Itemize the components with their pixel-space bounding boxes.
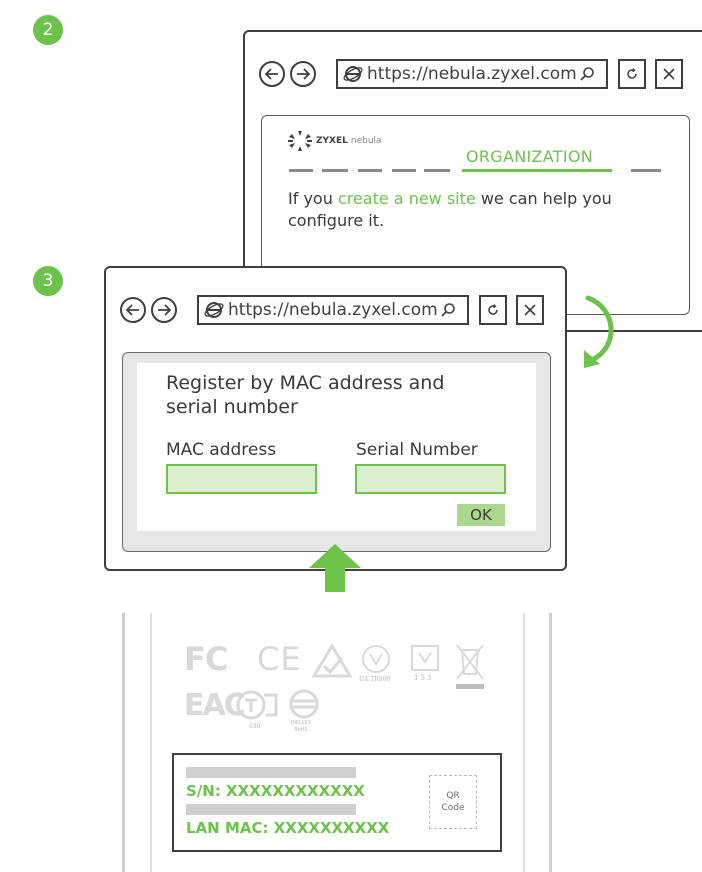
- arrow-left-icon: [265, 68, 278, 80]
- device-label-box: S/N: XXXXXXXXXXXX LAN MAC: XXXXXXXXXX QR…: [172, 753, 502, 852]
- step-2-number: 2: [42, 20, 54, 40]
- url-text: https://nebula.zyxel.com: [367, 64, 577, 84]
- progress-step-1: [289, 169, 313, 172]
- progress-step-3: [358, 169, 382, 172]
- progress-step-7: [631, 169, 661, 172]
- serial-number-text: S/N: XXXXXXXXXXXX: [186, 782, 365, 800]
- register-form: Register by MAC address and serial numbe…: [137, 363, 536, 531]
- ua-mark-code: UA.TR008: [359, 676, 391, 683]
- arrow-right-icon: [297, 68, 310, 80]
- bsmi-mark-icon: [289, 689, 319, 719]
- browser-window-register: https://nebula.zyxel.com Register by MAC…: [104, 266, 567, 571]
- step-3-badge: 3: [33, 266, 63, 296]
- brand-name: ZYXEL: [316, 136, 348, 146]
- arrow-right-icon: [158, 304, 171, 316]
- url-text-front: https://nebula.zyxel.com: [228, 300, 438, 320]
- back-button-front[interactable]: [120, 297, 146, 323]
- close-button[interactable]: [655, 59, 683, 89]
- label-gray-bar-1: [186, 767, 356, 778]
- rohs-label: RoHS: [294, 727, 308, 733]
- device-edge-left-outer: [122, 613, 125, 872]
- refresh-icon: [488, 304, 498, 315]
- bsmi-codes: D41163 RoHS: [291, 720, 311, 734]
- device-edge-left-inner: [150, 613, 152, 872]
- ok-button[interactable]: OK: [457, 504, 505, 526]
- close-icon: [663, 68, 675, 80]
- back-button[interactable]: [259, 61, 285, 87]
- register-title: Register by MAC address and serial numbe…: [166, 372, 445, 418]
- qr-line-1: QR: [446, 791, 460, 801]
- tr-030-mark-icon: [236, 690, 278, 720]
- step-2-badge: 2: [33, 15, 63, 45]
- close-button-front[interactable]: [516, 295, 544, 325]
- qr-line-2: Code: [441, 803, 465, 813]
- ua-153-mark-icon: [411, 645, 439, 671]
- browser-e-icon: [343, 66, 363, 82]
- serial-number-input[interactable]: [355, 464, 506, 494]
- forward-button-front[interactable]: [151, 297, 177, 323]
- refresh-button-front[interactable]: [479, 295, 507, 325]
- progress-step-active: [462, 169, 612, 172]
- arrow-left-icon: [126, 304, 139, 316]
- progress-step-4: [392, 169, 416, 172]
- refresh-button[interactable]: [618, 59, 646, 89]
- zyxel-nebula-logo: ZYXEL nebula: [288, 130, 382, 152]
- fcc-mark: FC: [184, 640, 228, 678]
- ua-153-code: 153: [414, 674, 434, 682]
- lan-mac-text: LAN MAC: XXXXXXXXXX: [186, 819, 390, 837]
- progress-step-5: [424, 169, 450, 172]
- label-gray-bar-2: [186, 804, 356, 815]
- close-icon: [524, 304, 536, 316]
- weee-bin-icon: [456, 644, 484, 689]
- address-bar-front[interactable]: https://nebula.zyxel.com: [197, 295, 469, 325]
- mac-address-label: MAC address: [166, 440, 277, 460]
- step-3-number: 3: [42, 271, 54, 291]
- rcm-mark-icon: [312, 644, 352, 678]
- eac-mark: EAC: [184, 688, 246, 723]
- refresh-icon: [627, 68, 637, 79]
- zyxel-logo-icon: [288, 131, 312, 151]
- product-name: nebula: [350, 136, 382, 146]
- register-panel: Register by MAC address and serial numbe…: [122, 352, 551, 552]
- create-site-link[interactable]: create a new site: [338, 189, 476, 208]
- search-icon: [441, 303, 455, 317]
- bsmi-code: D41163: [291, 720, 311, 726]
- browser-e-icon: [204, 302, 224, 318]
- qr-code-placeholder: QR Code: [429, 775, 477, 829]
- forward-button[interactable]: [290, 61, 316, 87]
- device-edge-right-outer: [549, 613, 552, 872]
- ce-mark: CE: [257, 640, 302, 678]
- device-edge-right-inner: [523, 613, 525, 872]
- stage-label: ORGANIZATION: [466, 147, 594, 166]
- progress-step-2: [322, 169, 348, 172]
- curved-arrow-icon: [584, 295, 614, 368]
- help-text: If you create a new site we can help you…: [288, 188, 668, 232]
- ua-mark-icon: [362, 645, 390, 673]
- help-text-before: If you: [288, 189, 338, 208]
- mac-address-input[interactable]: [166, 464, 317, 494]
- up-arrow-icon: [309, 544, 361, 592]
- serial-number-label: Serial Number: [356, 440, 478, 460]
- tr-030-code: 030: [249, 723, 261, 730]
- search-icon: [580, 67, 594, 81]
- address-bar[interactable]: https://nebula.zyxel.com: [336, 59, 608, 89]
